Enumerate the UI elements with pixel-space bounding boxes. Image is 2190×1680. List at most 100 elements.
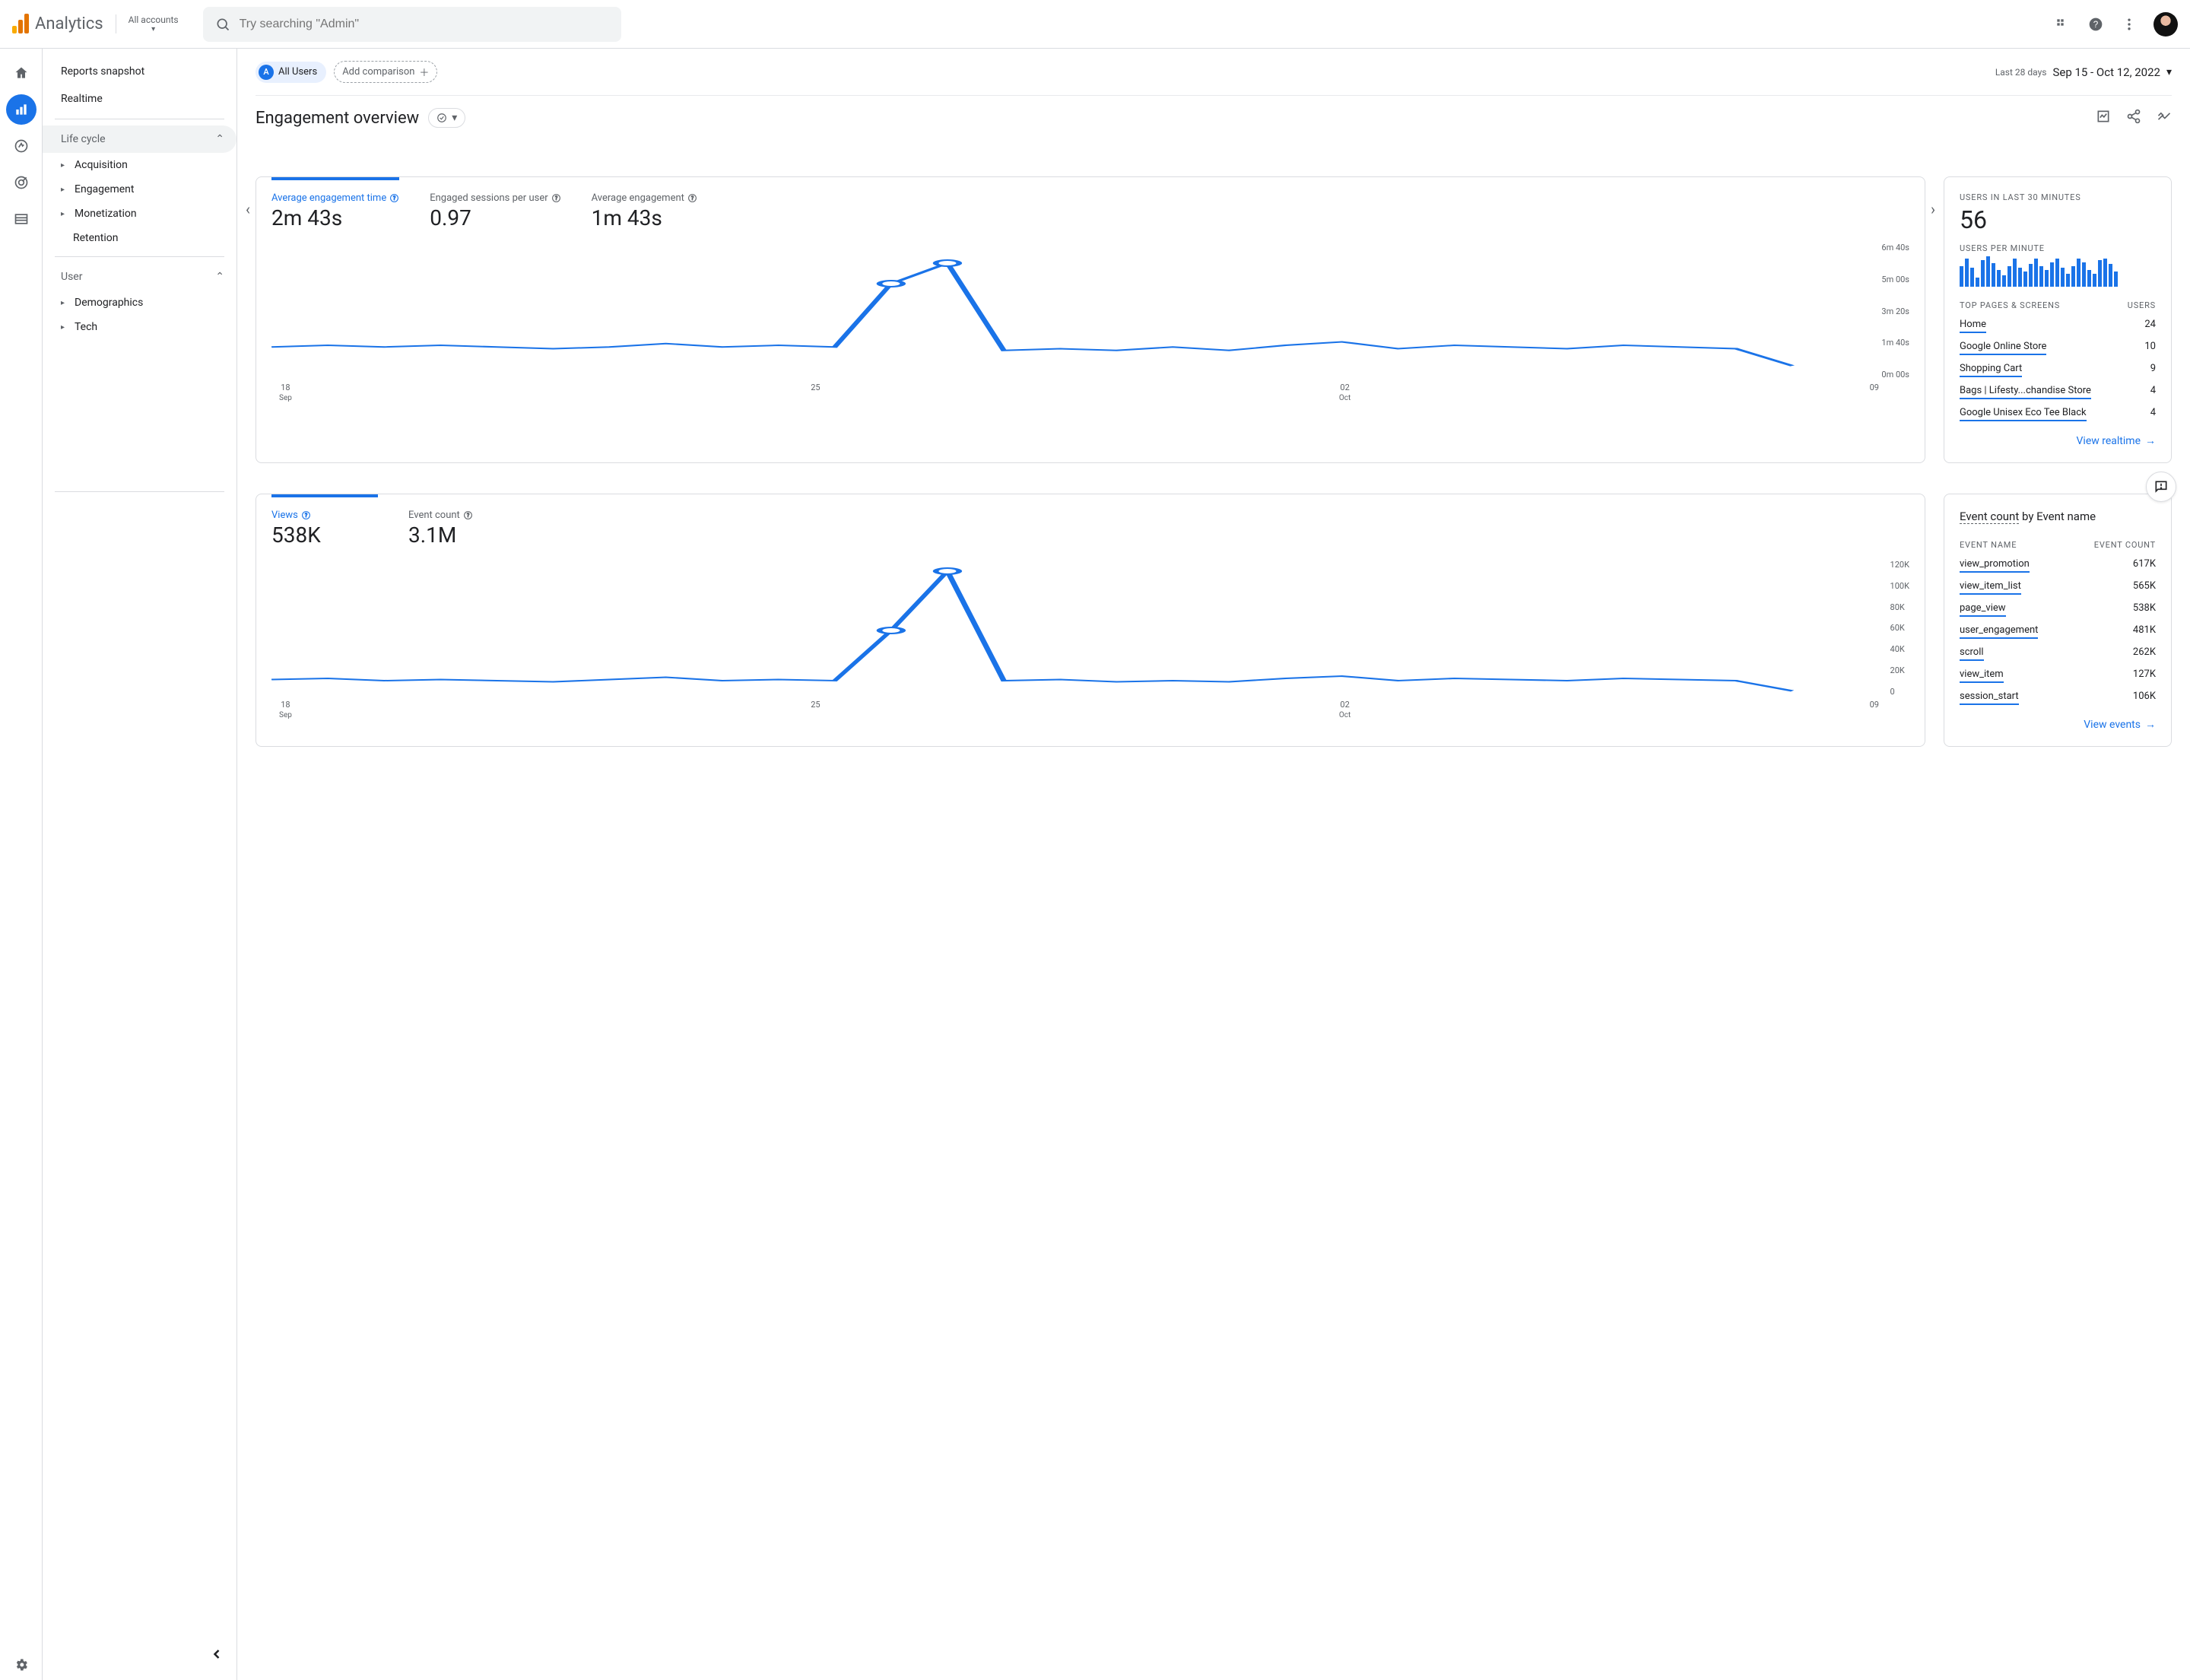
plus-icon: ＋ bbox=[419, 65, 429, 79]
view-realtime-link[interactable]: View realtime → bbox=[1960, 434, 2156, 447]
svg-text:?: ? bbox=[2093, 20, 2099, 30]
arrow-right-icon: → bbox=[2145, 434, 2156, 447]
table-row[interactable]: page_view538K bbox=[1960, 599, 2156, 621]
share-icon[interactable] bbox=[2126, 109, 2141, 127]
table-row[interactable]: Home24 bbox=[1960, 315, 2156, 337]
rail-advertising-icon[interactable] bbox=[6, 167, 36, 198]
sidebar-section-lifecycle[interactable]: Life cycle ⌃ bbox=[43, 125, 236, 153]
metric-tab[interactable]: Average engagement ?1m 43s bbox=[592, 192, 698, 230]
product-name: Analytics bbox=[35, 14, 103, 33]
info-icon: ? bbox=[389, 193, 399, 203]
header-actions: ? bbox=[2053, 12, 2178, 37]
events-title-metric: Event count bbox=[1960, 510, 2019, 524]
upm-label: USERS PER MINUTE bbox=[1960, 243, 2156, 253]
sidebar-item-engagement[interactable]: ▸Engagement bbox=[43, 177, 236, 202]
arrow-right-icon: → bbox=[2145, 718, 2156, 731]
search-icon bbox=[215, 17, 230, 32]
engagement-line-chart bbox=[271, 243, 1909, 380]
caret-right-icon: ▸ bbox=[61, 161, 68, 170]
table-row[interactable]: Google Online Store10 bbox=[1960, 337, 2156, 359]
page-title: Engagement overview bbox=[256, 109, 419, 128]
prev-metric-icon[interactable]: ‹ bbox=[246, 200, 250, 218]
view-events-link[interactable]: View events → bbox=[1960, 718, 2156, 731]
search-bar[interactable] bbox=[203, 7, 621, 42]
sidebar-item-monetization[interactable]: ▸Monetization bbox=[43, 202, 236, 226]
collapse-sidebar-icon[interactable] bbox=[209, 1647, 224, 1665]
customize-report-button[interactable]: ▾ bbox=[428, 108, 465, 128]
feedback-icon bbox=[2154, 479, 2169, 494]
rail-explore-icon[interactable] bbox=[6, 131, 36, 161]
table-row[interactable]: view_promotion617K bbox=[1960, 554, 2156, 576]
info-icon: ? bbox=[551, 193, 561, 203]
chevron-down-icon: ▾ bbox=[452, 112, 457, 124]
table-row[interactable]: Google Unisex Eco Tee Black4 bbox=[1960, 403, 2156, 425]
svg-text:?: ? bbox=[691, 195, 694, 202]
metric-tab[interactable]: Event count ?3.1M bbox=[408, 510, 515, 548]
app-header: Analytics All accounts ▾ ? bbox=[0, 0, 2190, 49]
search-input[interactable] bbox=[240, 17, 609, 31]
sidebar-item-retention[interactable]: Retention bbox=[43, 226, 236, 250]
caret-right-icon: ▸ bbox=[61, 323, 68, 332]
check-circle-icon bbox=[436, 113, 447, 123]
svg-text:?: ? bbox=[554, 195, 557, 202]
rail-home-icon[interactable] bbox=[6, 58, 36, 88]
nav-rail bbox=[0, 49, 43, 1680]
chevron-up-icon: ⌃ bbox=[215, 133, 224, 145]
sidebar-item-tech[interactable]: ▸Tech bbox=[43, 315, 236, 339]
analytics-logo-icon bbox=[12, 15, 29, 33]
sidebar-item-acquisition[interactable]: ▸Acquisition bbox=[43, 153, 236, 177]
table-row[interactable]: scroll262K bbox=[1960, 643, 2156, 665]
caret-right-icon: ▸ bbox=[61, 299, 68, 307]
table-row[interactable]: Shopping Cart9 bbox=[1960, 359, 2156, 381]
account-label: All accounts bbox=[129, 14, 179, 25]
sidebar-item-demographics[interactable]: ▸Demographics bbox=[43, 291, 236, 315]
table-row[interactable]: Bags | Lifesty...chandise Store4 bbox=[1960, 381, 2156, 403]
info-icon: ? bbox=[687, 193, 697, 203]
date-range-picker[interactable]: Last 28 days Sep 15 - Oct 12, 2022 ▾ bbox=[1995, 65, 2172, 79]
product-logo: Analytics bbox=[12, 14, 103, 33]
metric-tab[interactable]: Views ?538K bbox=[271, 494, 378, 548]
page-titlebar: Engagement overview ▾ bbox=[256, 95, 2172, 146]
views-line-chart bbox=[271, 560, 1909, 697]
help-icon[interactable]: ? bbox=[2087, 15, 2105, 33]
svg-text:?: ? bbox=[305, 512, 308, 519]
feedback-button[interactable] bbox=[2146, 472, 2176, 502]
info-icon: ? bbox=[301, 510, 311, 520]
users-per-minute-sparkline bbox=[1960, 256, 2156, 287]
more-vert-icon[interactable] bbox=[2120, 15, 2138, 33]
table-row[interactable]: user_engagement481K bbox=[1960, 621, 2156, 643]
realtime-users-value: 56 bbox=[1960, 205, 2156, 234]
insights-icon[interactable] bbox=[2157, 109, 2172, 127]
chevron-down-icon: ▾ bbox=[2166, 66, 2172, 78]
table-row[interactable]: session_start106K bbox=[1960, 687, 2156, 709]
table-row[interactable]: view_item127K bbox=[1960, 665, 2156, 687]
metric-tab[interactable]: Average engagement time ?2m 43s bbox=[271, 177, 399, 230]
engagement-chart-card: ‹ › Average engagement time ?2m 43sEngag… bbox=[256, 176, 1925, 463]
metric-tab[interactable]: Engaged sessions per user ?0.97 bbox=[430, 192, 560, 230]
sidebar-section-user[interactable]: User ⌃ bbox=[43, 263, 236, 291]
account-selector[interactable]: All accounts ▾ bbox=[116, 14, 179, 33]
chevron-down-icon: ▾ bbox=[151, 25, 155, 33]
table-row[interactable]: view_item_list565K bbox=[1960, 576, 2156, 599]
avatar[interactable] bbox=[2154, 12, 2178, 37]
views-chart-card: Views ?538KEvent count ?3.1M 120K100K80K… bbox=[256, 494, 1925, 747]
sidebar-item-realtime[interactable]: Realtime bbox=[43, 85, 236, 113]
svg-text:?: ? bbox=[393, 195, 396, 202]
rail-admin-icon[interactable] bbox=[6, 1650, 36, 1680]
caret-right-icon: ▸ bbox=[61, 210, 68, 218]
caret-right-icon: ▸ bbox=[61, 186, 68, 194]
main-content: A All Users Add comparison ＋ Last 28 day… bbox=[237, 49, 2190, 1680]
next-metric-icon[interactable]: › bbox=[1931, 200, 1935, 218]
realtime-title: USERS IN LAST 30 MINUTES bbox=[1960, 192, 2156, 202]
add-comparison-button[interactable]: Add comparison ＋ bbox=[334, 61, 437, 83]
apps-icon[interactable] bbox=[2053, 15, 2071, 33]
segment-badge: A bbox=[259, 65, 274, 80]
rail-reports-icon[interactable] bbox=[6, 94, 36, 125]
segment-chip-all-users[interactable]: A All Users bbox=[256, 62, 326, 83]
rail-configure-icon[interactable] bbox=[6, 204, 36, 234]
sidebar-item-snapshot[interactable]: Reports snapshot bbox=[43, 58, 236, 85]
edit-report-icon[interactable] bbox=[2096, 109, 2111, 127]
chevron-up-icon: ⌃ bbox=[215, 271, 224, 283]
report-sidebar: Reports snapshot Realtime Life cycle ⌃ ▸… bbox=[43, 49, 237, 1680]
realtime-card: USERS IN LAST 30 MINUTES 56 USERS PER MI… bbox=[1944, 176, 2172, 463]
